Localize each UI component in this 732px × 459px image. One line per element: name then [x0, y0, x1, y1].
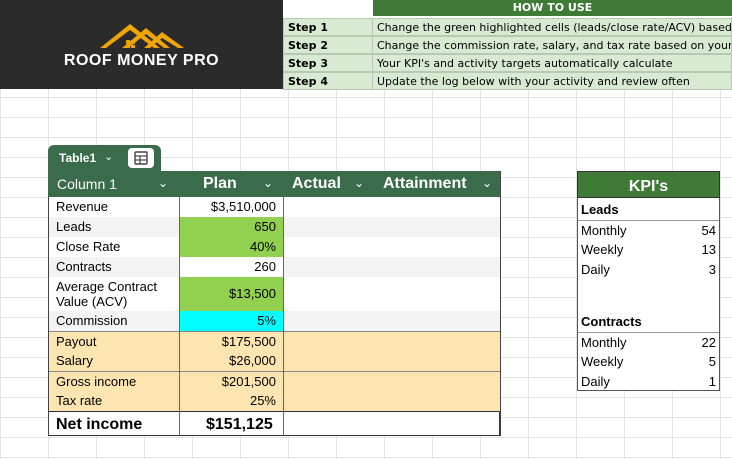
kpi-label: Weekly	[581, 242, 624, 257]
step-row: Step 1 Change the green highlighted cell…	[283, 18, 732, 36]
row-label[interactable]: Commission	[48, 311, 179, 331]
kpi-value: 13	[701, 242, 716, 257]
roof-logo-icon	[100, 24, 184, 48]
plan-cell[interactable]: $151,125	[179, 411, 283, 436]
table-name-tab[interactable]: Table1 ⌄	[48, 145, 161, 171]
actual-cell[interactable]	[283, 277, 500, 311]
kpi-row[interactable]: Monthly 22	[578, 332, 719, 353]
plan-cell-input[interactable]: 650	[179, 217, 283, 237]
step-label[interactable]: Step 4	[283, 72, 373, 90]
step-row: Step 3 Your KPI's and activity targets a…	[283, 54, 732, 72]
chevron-down-icon[interactable]: ⌄	[263, 176, 273, 190]
row-label[interactable]: Salary	[48, 351, 179, 371]
step-text[interactable]: Change the commission rate, salary, and …	[373, 36, 732, 54]
kpi-value: 5	[708, 354, 716, 369]
kpi-label: Weekly	[581, 354, 624, 369]
column-header[interactable]: Actual	[292, 171, 341, 197]
row-label[interactable]: Leads	[48, 217, 179, 237]
logo-banner: ROOF MONEY PRO	[0, 0, 283, 89]
plan-cell-input[interactable]: 40%	[179, 237, 283, 257]
row-label[interactable]: Payout	[48, 331, 179, 351]
row-label[interactable]: Gross income	[48, 371, 179, 391]
kpi-row[interactable]: Monthly 54	[578, 220, 719, 241]
kpi-label: Monthly	[581, 223, 627, 238]
kpi-panel: Leads Monthly 54 Weekly 13 Daily 3 Contr…	[577, 198, 720, 391]
table-column-divider	[179, 197, 180, 436]
plan-cell-input[interactable]: 5%	[179, 311, 283, 331]
kpi-value: 54	[701, 223, 716, 238]
actual-cell[interactable]	[283, 197, 500, 217]
table-view-button[interactable]	[128, 148, 154, 168]
step-row: Step 4 Update the log below with your ac…	[283, 72, 732, 90]
table-grid-icon	[134, 151, 148, 165]
step-row: Step 2 Change the commission rate, salar…	[283, 36, 732, 54]
kpi-value: 3	[708, 262, 716, 277]
row-label[interactable]: Revenue	[48, 197, 179, 217]
actual-cell[interactable]	[283, 411, 500, 436]
step-label[interactable]: Step 3	[283, 54, 373, 72]
kpi-section-heading[interactable]: Leads	[578, 200, 719, 220]
plan-cell[interactable]: $175,500	[179, 331, 283, 351]
row-label[interactable]: Net income	[48, 411, 179, 436]
table-border	[500, 171, 501, 436]
step-label[interactable]: Step 1	[283, 18, 373, 36]
table-border	[48, 197, 49, 436]
kpi-row[interactable]: Weekly 13	[578, 240, 719, 260]
kpi-title[interactable]: KPI's	[577, 171, 720, 198]
actual-cell[interactable]	[283, 311, 500, 331]
column-header[interactable]: Column 1	[57, 171, 117, 197]
kpi-row[interactable]: Weekly 5	[578, 352, 719, 372]
table-column-divider	[283, 197, 284, 436]
actual-cell[interactable]	[283, 351, 500, 371]
actual-cell[interactable]	[283, 237, 500, 257]
step-label[interactable]: Step 2	[283, 36, 373, 54]
row-label[interactable]: Close Rate	[48, 237, 179, 257]
plan-cell[interactable]: $201,500	[179, 371, 283, 391]
chevron-down-icon[interactable]: ⌄	[158, 176, 168, 190]
plan-cell[interactable]: 25%	[179, 391, 283, 411]
kpi-value: 1	[708, 374, 716, 389]
table-name: Table1	[59, 151, 97, 165]
kpi-heading-label: Leads	[581, 202, 619, 217]
actual-cell[interactable]	[283, 371, 500, 391]
chevron-down-icon[interactable]: ⌄	[104, 150, 113, 163]
chevron-down-icon[interactable]: ⌄	[482, 176, 492, 190]
step-text[interactable]: Your KPI's and activity targets automati…	[373, 54, 732, 72]
step-text[interactable]: Change the green highlighted cells (lead…	[373, 18, 732, 36]
kpi-label: Monthly	[581, 335, 627, 350]
how-to-use-title[interactable]: HOW TO USE	[373, 0, 732, 16]
how-to-use-panel: HOW TO USE Step 1 Change the green highl…	[283, 0, 732, 90]
kpi-row[interactable]: Daily 3	[578, 260, 719, 280]
logo-text: ROOF MONEY PRO	[63, 52, 220, 69]
plan-cell[interactable]: 260	[179, 257, 283, 277]
column-header[interactable]: Attainment	[383, 171, 467, 197]
plan-cell[interactable]: $26,000	[179, 351, 283, 371]
kpi-value: 22	[701, 335, 716, 350]
step-text[interactable]: Update the log below with your activity …	[373, 72, 732, 90]
plan-cell-input[interactable]: $13,500	[179, 277, 283, 311]
table-header-row: Column 1 ⌄ Plan ⌄ Actual ⌄ Attainment ⌄	[48, 171, 501, 197]
row-label[interactable]: Contracts	[48, 257, 179, 277]
actual-cell[interactable]	[283, 217, 500, 237]
kpi-heading-label: Contracts	[581, 314, 642, 329]
kpi-section-heading[interactable]: Contracts	[578, 312, 719, 332]
plan-cell[interactable]: $3,510,000	[179, 197, 283, 217]
actual-cell[interactable]	[283, 391, 500, 411]
row-label[interactable]: Average Contract Value (ACV)	[48, 277, 179, 311]
column-header[interactable]: Plan	[203, 171, 237, 197]
kpi-label: Daily	[581, 374, 610, 389]
actual-cell[interactable]	[283, 257, 500, 277]
kpi-row[interactable]: Daily 1	[578, 372, 719, 392]
chevron-down-icon[interactable]: ⌄	[354, 176, 364, 190]
row-label[interactable]: Tax rate	[48, 391, 179, 411]
actual-cell[interactable]	[283, 331, 500, 351]
kpi-label: Daily	[581, 262, 610, 277]
